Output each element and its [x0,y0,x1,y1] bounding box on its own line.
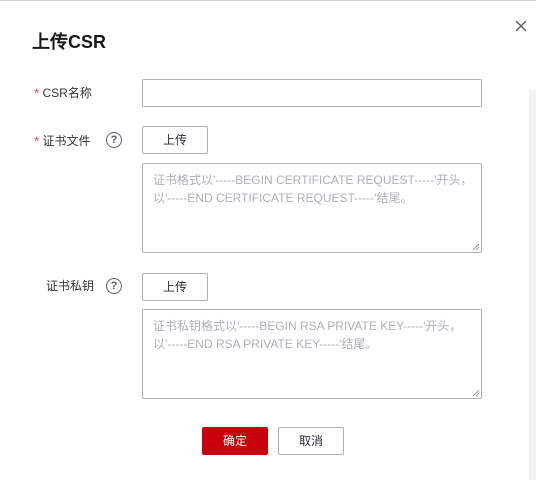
private-key-textarea[interactable]: 证书私钥格式以'-----BEGIN RSA PRIVATE KEY-----'… [142,309,482,399]
private-key-label-group: 证书私钥 [46,278,94,294]
resize-handle-icon[interactable] [472,243,480,251]
dialog-scrollbar[interactable] [529,90,536,480]
cert-file-placeholder: 证书格式以'-----BEGIN CERTIFICATE REQUEST----… [153,173,473,205]
confirm-button[interactable]: 确定 [202,427,268,455]
cert-file-upload-button[interactable]: 上传 [142,126,208,154]
cert-file-label-group: * 证书文件 [34,132,90,149]
dialog-top-border [0,0,536,1]
help-icon[interactable]: ? [106,132,122,148]
close-icon[interactable] [512,17,530,35]
cert-file-textarea[interactable]: 证书格式以'-----BEGIN CERTIFICATE REQUEST----… [142,163,482,253]
required-mark: * [34,133,40,149]
dialog-title: 上传CSR [32,32,107,52]
upload-csr-dialog: 上传CSR * CSR名称 * 证书文件 ? 上传 证书格式以'-----BEGIN… [0,0,536,480]
resize-handle-icon[interactable] [472,389,480,397]
csr-name-label: CSR名称 [42,86,92,100]
help-icon[interactable]: ? [106,278,122,294]
required-mark: * [34,85,40,101]
private-key-upload-button[interactable]: 上传 [142,273,208,301]
private-key-label: 证书私钥 [46,279,95,293]
csr-name-input[interactable] [142,79,482,107]
csr-name-label-group: * CSR名称 [34,84,92,101]
cert-file-label: 证书文件 [42,134,91,148]
cancel-button[interactable]: 取消 [278,427,344,455]
private-key-placeholder: 证书私钥格式以'-----BEGIN RSA PRIVATE KEY-----'… [153,319,462,351]
